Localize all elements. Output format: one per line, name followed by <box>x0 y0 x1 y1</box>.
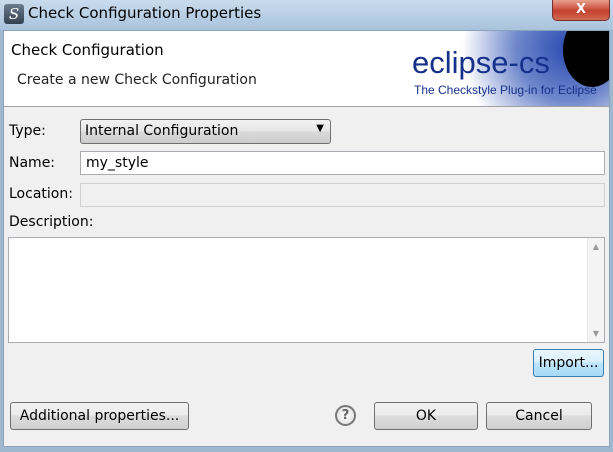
header-title: Check Configuration <box>11 41 164 59</box>
logo-text: eclipse-cs <box>412 45 550 80</box>
type-label: Type: <box>9 123 46 139</box>
description-label: Description: <box>9 214 94 230</box>
location-input <box>80 183 605 207</box>
logo-tagline: The Checkstyle Plug-in for Eclipse <box>414 83 597 97</box>
scroll-down-icon[interactable]: ▼ <box>588 329 604 338</box>
type-select[interactable]: Internal Configuration ▼ <box>80 119 331 144</box>
chevron-down-icon: ▼ <box>316 123 324 134</box>
ok-button[interactable]: OK <box>374 402 478 430</box>
name-input[interactable]: my_style <box>80 151 605 175</box>
help-icon[interactable]: ? <box>335 405 356 426</box>
window-title: Check Configuration Properties <box>28 4 262 22</box>
dialog-header: Check Configuration Create a new Check C… <box>4 31 609 107</box>
scroll-up-icon[interactable]: ▲ <box>588 242 604 251</box>
header-subtitle: Create a new Check Configuration <box>17 72 257 88</box>
name-label: Name: <box>9 155 56 171</box>
type-select-value: Internal Configuration <box>85 123 239 139</box>
cancel-button[interactable]: Cancel <box>486 402 592 430</box>
additional-properties-button[interactable]: Additional properties... <box>10 402 189 430</box>
location-label: Location: <box>9 186 73 202</box>
app-icon: S <box>4 4 24 24</box>
vertical-scrollbar[interactable]: ▲ ▼ <box>587 238 604 342</box>
dialog-body: Check Configuration Create a new Check C… <box>3 30 610 447</box>
import-button[interactable]: Import... <box>533 349 604 377</box>
close-button[interactable]: X <box>552 0 610 21</box>
title-bar: S Check Configuration Properties X <box>0 0 613 30</box>
description-textarea[interactable]: ▲ ▼ <box>8 237 605 343</box>
